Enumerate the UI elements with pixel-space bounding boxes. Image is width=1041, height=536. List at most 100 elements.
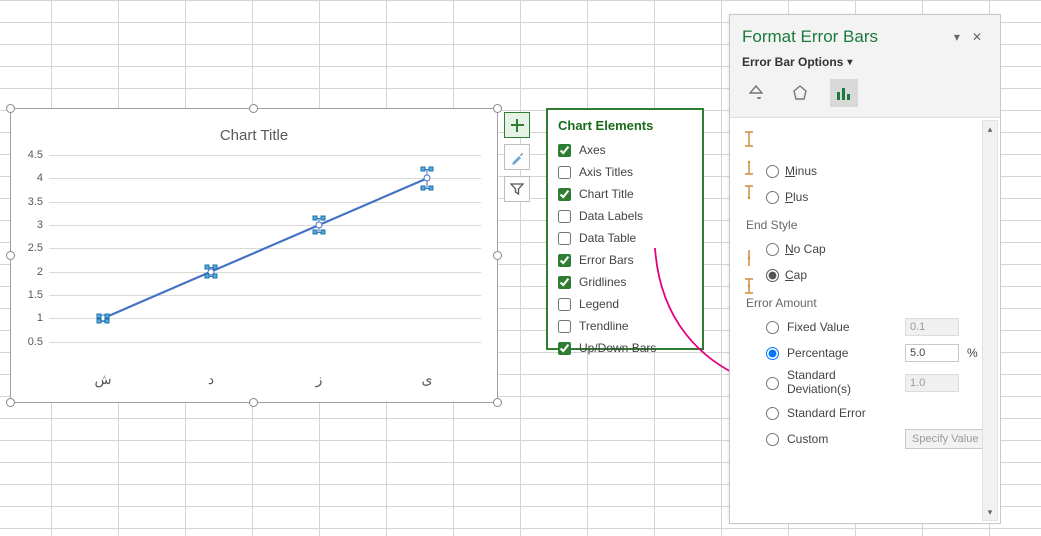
chart-element-item[interactable]: Axes xyxy=(558,139,692,161)
pane-title: Format Error Bars xyxy=(742,27,878,47)
pane-subtitle[interactable]: Error Bar Options xyxy=(742,55,843,69)
cap-radio[interactable] xyxy=(766,269,779,282)
chart-element-item[interactable]: Gridlines xyxy=(558,271,692,293)
chart-element-checkbox[interactable] xyxy=(558,188,571,201)
chart-element-item[interactable]: Data Labels xyxy=(558,205,692,227)
resize-handle[interactable] xyxy=(6,104,15,113)
gridline xyxy=(49,272,481,273)
gridline xyxy=(49,248,481,249)
chart-element-item[interactable]: Error Bars xyxy=(558,249,692,271)
chart-element-label: Axes xyxy=(579,143,606,157)
pane-scrollbar[interactable]: ▴ ▾ xyxy=(982,120,998,521)
direction-plus-radio[interactable] xyxy=(766,191,779,204)
chart-element-checkbox[interactable] xyxy=(558,210,571,223)
chart-title[interactable]: Chart Title xyxy=(11,109,497,144)
both-direction-icon xyxy=(740,130,758,151)
brush-icon xyxy=(510,150,525,165)
percentage-input[interactable] xyxy=(905,344,959,362)
selection-handle[interactable] xyxy=(213,265,218,270)
chart-element-item[interactable]: Chart Title xyxy=(558,183,692,205)
stderr-radio[interactable] xyxy=(766,407,779,420)
bar-options-tab-icon[interactable] xyxy=(830,79,858,107)
y-axis-tick: 4 xyxy=(13,172,43,184)
direction-minus-radio[interactable] xyxy=(766,165,779,178)
chart-object[interactable]: Chart Title 0.511.522.533.544.5شدزی xyxy=(10,108,498,403)
stddev-input[interactable] xyxy=(905,374,959,392)
resize-handle[interactable] xyxy=(493,104,502,113)
selection-handle[interactable] xyxy=(421,185,426,190)
effects-tab-icon[interactable] xyxy=(786,79,814,107)
chart-element-checkbox[interactable] xyxy=(558,144,571,157)
plot-area[interactable]: 0.511.522.533.544.5شدزی xyxy=(49,155,481,365)
fixed-value-input[interactable] xyxy=(905,318,959,336)
pane-body: ▴ ▾ Minus Plus End Style No Cap xyxy=(730,117,1000,523)
selection-handle[interactable] xyxy=(205,265,210,270)
selection-handle[interactable] xyxy=(205,274,210,279)
selection-handle[interactable] xyxy=(321,216,326,221)
percentage-suffix: % xyxy=(967,346,978,360)
chart-element-checkbox[interactable] xyxy=(558,166,571,179)
chart-element-item[interactable]: Up/Down Bars xyxy=(558,337,692,359)
fixed-value-label: Fixed Value xyxy=(787,320,897,334)
selection-handle[interactable] xyxy=(313,230,318,235)
data-point-marker[interactable] xyxy=(424,175,431,182)
custom-radio[interactable] xyxy=(766,433,779,446)
chart-element-item[interactable]: Axis Titles xyxy=(558,161,692,183)
specify-value-button[interactable]: Specify Value xyxy=(905,429,985,449)
chart-element-label: Gridlines xyxy=(579,275,626,289)
chart-element-item[interactable]: Data Table xyxy=(558,227,692,249)
selection-handle[interactable] xyxy=(321,230,326,235)
stddev-radio[interactable] xyxy=(766,377,779,390)
selection-handle[interactable] xyxy=(97,318,102,323)
chart-element-label: Trendline xyxy=(579,319,629,333)
selection-handle[interactable] xyxy=(429,185,434,190)
chart-element-checkbox[interactable] xyxy=(558,298,571,311)
y-axis-tick: 4.5 xyxy=(13,149,43,161)
resize-handle[interactable] xyxy=(493,251,502,260)
minus-direction-icon xyxy=(740,158,758,179)
y-axis-tick: 2 xyxy=(13,266,43,278)
y-axis-tick: 1 xyxy=(13,312,43,324)
selection-handle[interactable] xyxy=(213,274,218,279)
chart-element-checkbox[interactable] xyxy=(558,232,571,245)
chart-styles-button[interactable] xyxy=(504,144,530,170)
percentage-radio[interactable] xyxy=(766,347,779,360)
resize-handle[interactable] xyxy=(249,398,258,407)
chart-element-checkbox[interactable] xyxy=(558,276,571,289)
chart-element-label: Chart Title xyxy=(579,187,634,201)
selection-handle[interactable] xyxy=(429,167,434,172)
resize-handle[interactable] xyxy=(493,398,502,407)
fill-line-tab-icon[interactable] xyxy=(742,79,770,107)
pane-menu-icon[interactable]: ▾ xyxy=(948,30,966,44)
gridline xyxy=(49,202,481,203)
stddev-label: Standard Deviation(s) xyxy=(787,369,897,397)
scroll-up-icon[interactable]: ▴ xyxy=(983,121,997,137)
chart-elements-button[interactable] xyxy=(504,112,530,138)
selection-handle[interactable] xyxy=(105,318,110,323)
chart-element-checkbox[interactable] xyxy=(558,342,571,355)
y-axis-tick: 3.5 xyxy=(13,196,43,208)
scroll-down-icon[interactable]: ▾ xyxy=(983,504,997,520)
chevron-down-icon[interactable]: ▾ xyxy=(847,57,852,68)
chart-element-label: Legend xyxy=(579,297,619,311)
chart-element-item[interactable]: Legend xyxy=(558,293,692,315)
x-axis-category: ی xyxy=(407,371,447,388)
chart-element-label: Data Table xyxy=(579,231,636,245)
chart-filters-button[interactable] xyxy=(504,176,530,202)
cap-label: Cap xyxy=(785,268,807,282)
percentage-label: Percentage xyxy=(787,346,897,360)
resize-handle[interactable] xyxy=(6,398,15,407)
data-point-marker[interactable] xyxy=(316,222,323,229)
fixed-value-radio[interactable] xyxy=(766,321,779,334)
no-cap-radio[interactable] xyxy=(766,243,779,256)
x-axis-category: د xyxy=(191,371,231,388)
selection-handle[interactable] xyxy=(313,216,318,221)
close-icon[interactable]: ✕ xyxy=(966,30,988,44)
selection-handle[interactable] xyxy=(421,167,426,172)
chart-element-checkbox[interactable] xyxy=(558,254,571,267)
chart-element-checkbox[interactable] xyxy=(558,320,571,333)
chart-element-item[interactable]: Trendline xyxy=(558,315,692,337)
x-axis-category: ش xyxy=(83,371,123,388)
resize-handle[interactable] xyxy=(249,104,258,113)
gridline xyxy=(49,155,481,156)
